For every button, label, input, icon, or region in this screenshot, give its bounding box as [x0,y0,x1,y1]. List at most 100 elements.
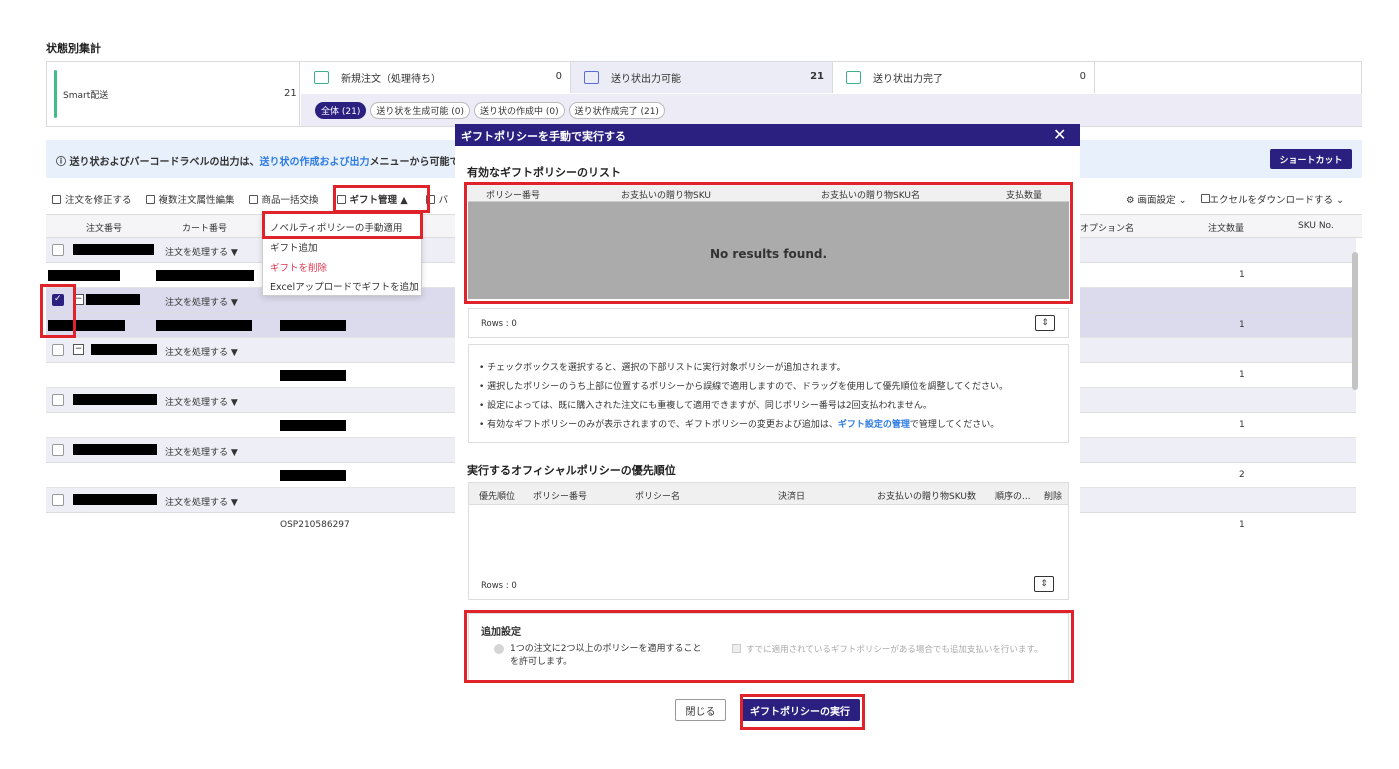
close-button[interactable]: 閉じる [675,699,726,721]
smart-delivery-cell[interactable]: Smart配送 21 [47,62,300,126]
excel-icon [1200,194,1210,203]
smart-label: Smart配送 [63,91,109,101]
note-text: で管理してください。 [909,420,1000,430]
note-item: • 設定によっては、既に購入された注文にも重複して適用できますが、同じポリシー番… [479,401,932,411]
bulk-exchange-label: 商品一括交換 [261,195,319,206]
header-order-no[interactable]: 注文番号 [86,221,122,234]
menu-item-add-gift[interactable]: ギフト追加 [270,240,318,254]
row-checkbox[interactable] [52,344,64,356]
redacted-order-no [73,394,157,405]
screen-settings-label: 画面設定 [1137,195,1176,206]
priority-header: 優先順位 ポリシー番号 ポリシー名 決済日 お支払いの贈り物SKU数 順序の..… [469,483,1068,505]
priority-title: 実行するオフィシャルポリシーの優先順位 [467,464,676,477]
banner-link[interactable]: 送り状の作成および出力 [259,157,369,168]
edit-order-button[interactable]: 注文を修正する [52,192,132,206]
expand-icon[interactable]: ⇕ [1035,315,1055,331]
redacted-cell [280,470,346,481]
stat-label: 送り状出力完了 [873,74,943,85]
qty-cell: 1 [1239,420,1245,430]
col-gift-sku-count[interactable]: お支払いの贈り物SKU数 [877,489,976,502]
section-title: 状態別集計 [46,42,101,55]
bulk-exchange-button[interactable]: 商品一括交換 [248,192,319,206]
chip-creating[interactable]: 送り状の作成中 (0) [473,101,565,119]
header-qty[interactable]: 注文数量 [1208,221,1244,234]
more-label: バ [438,195,449,206]
excel-download-button[interactable]: エクセルをダウンロードする ⌄ [1200,192,1345,206]
stat-printable[interactable]: 送り状出力可能 21 [571,62,833,93]
rows-count: Rows : 0 [481,581,517,591]
qty-cell: 1 [1239,320,1245,330]
bulk-attr-button[interactable]: 複数注文属性編集 [145,192,235,206]
box-check-icon [846,71,861,84]
stat-count: 0 [1079,71,1086,82]
redacted-order-no [86,294,140,305]
excel-download-label: エクセルをダウンロードする [1209,195,1334,206]
col-priority[interactable]: 優先順位 [479,489,515,502]
banner-text: ⓘ 送り状およびバーコードラベルの出力は、送り状の作成および出力メニューから可能… [56,153,459,168]
banner-suffix: メニューから可能で [369,157,460,168]
filter-chips: 全体 (21) 送り状を生成可能 (0) 送り状の作成中 (0) 送り状作成完了… [301,94,1362,126]
stat-new-orders[interactable]: 新規注文（処理待ち） 0 [301,62,571,93]
scroll-thumb[interactable] [1352,252,1358,390]
row-checkbox[interactable] [52,244,64,256]
info-icon: ⓘ [56,157,70,168]
highlight-gift-manage [333,185,430,213]
note-item: • 有効なギフトポリシーのみが表示されますので、ギフトポリシーの変更および追加は… [479,420,1000,430]
shortcut-button[interactable]: ショートカット [1270,149,1352,169]
right-tools: ⚙ 画面設定 ⌄ エクセルをダウンロードする ⌄ [1126,190,1344,208]
table-scrollbar[interactable] [1351,238,1359,528]
priority-table: 優先順位 ポリシー番号 ポリシー名 決済日 お支払いの贈り物SKU数 順序の..… [468,482,1069,600]
col-payment-date[interactable]: 決済日 [778,489,805,502]
process-order-dropdown[interactable]: 注文を処理する ▼ [165,295,238,308]
copy-icon [248,194,258,204]
header-sku[interactable]: SKU No. [1298,221,1334,231]
highlight-execute-button [740,694,865,730]
header-cart-no[interactable]: カート番号 [182,221,227,234]
process-order-dropdown[interactable]: 注文を処理する ▼ [165,445,238,458]
rows-count: Rows : 0 [481,319,517,329]
collapse-icon[interactable]: − [73,344,84,355]
row-checkbox[interactable] [52,394,64,406]
banner-prefix: 送り状およびバーコードラベルの出力は、 [69,157,260,168]
redacted-cell [280,420,346,431]
col-policy-no[interactable]: ポリシー番号 [533,489,587,502]
process-order-dropdown[interactable]: 注文を処理する ▼ [165,495,238,508]
redacted-cell [156,270,254,281]
edit-icon [52,194,61,204]
qty-cell: 1 [1239,520,1245,528]
close-icon[interactable]: ✕ [1053,125,1066,144]
chip-completed[interactable]: 送り状作成完了 (21) [568,101,665,119]
expand-icon[interactable]: ⇕ [1034,576,1054,592]
menu-item-excel-upload[interactable]: Excelアップロードでギフトを追加 [270,279,419,293]
screen-settings-button[interactable]: ⚙ 画面設定 ⌄ [1126,192,1187,206]
chevron-down-icon: ⌄ [1333,195,1345,206]
stat-printed[interactable]: 送り状出力完了 0 [833,62,1095,93]
note-text: チェックボックスを選択すると、選択の下部リストに実行対象ポリシーが追加されます。 [487,363,846,373]
col-delete[interactable]: 削除 [1044,489,1062,502]
process-order-dropdown[interactable]: 注文を処理する ▼ [165,395,238,408]
row-checkbox[interactable] [52,444,64,456]
cube-icon [145,194,155,204]
edit-order-label: 注文を修正する [65,195,132,206]
stat-label: 送り状出力可能 [611,74,681,85]
stat-row: 新規注文（処理待ち） 0 送り状出力可能 21 送り状出力完了 0 [301,62,1362,93]
redacted-cell [48,270,120,281]
highlight-policy-list [464,182,1073,304]
gift-settings-link[interactable]: ギフト設定の管理 [838,420,910,430]
smart-indicator [54,70,57,118]
row-checkbox[interactable] [52,494,64,506]
process-order-dropdown[interactable]: 注文を処理する ▼ [165,245,238,258]
header-option-name[interactable]: オプション名 [1080,221,1134,234]
stat-count: 0 [555,71,562,82]
bulk-attr-label: 複数注文属性編集 [158,195,235,206]
chip-can-generate[interactable]: 送り状を生成可能 (0) [370,101,470,119]
qty-cell: 1 [1239,370,1245,380]
note-text: 選択したポリシーのうち上部に位置するポリシーから誤線で適用しますので、ドラッグを… [487,382,1009,392]
col-policy-name[interactable]: ポリシー名 [635,489,680,502]
chip-all[interactable]: 全体 (21) [315,101,367,119]
modal-header: ギフトポリシーを手動で実行する ✕ [455,124,1080,146]
note-item: • 選択したポリシーのうち上部に位置するポリシーから誤線で適用しますので、ドラッ… [479,382,1009,392]
process-order-dropdown[interactable]: 注文を処理する ▼ [165,345,238,358]
menu-item-delete-gift[interactable]: ギフトを削除 [270,260,327,274]
col-order[interactable]: 順序の... [995,489,1031,502]
